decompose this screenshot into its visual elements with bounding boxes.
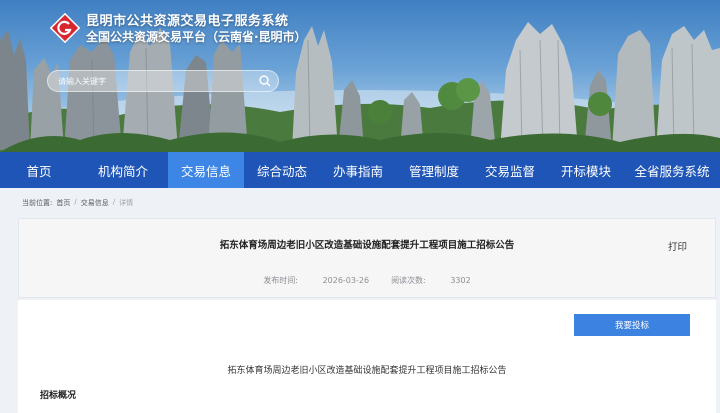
nav-item-supervision[interactable]: 交易监督 (472, 152, 548, 188)
publish-label: 发布时间: (263, 276, 299, 285)
article-subtitle: 拓东体育场周边老旧小区改造基础设施配套提升工程项目施工招标公告 (227, 366, 507, 376)
article-header: 拓东体育场周边老旧小区改造基础设施配套提升工程项目施工招标公告 打印 发布时间:… (18, 218, 716, 298)
nav-item-home[interactable]: 首页 (0, 152, 78, 188)
section-heading: 招标概况 (40, 391, 77, 401)
breadcrumb: 当前位置: 首页 / 交易信息 / 详情 (22, 198, 133, 208)
publish-date: 2026-03-26 (322, 276, 370, 285)
nav-item-province-system[interactable]: 全省服务系统 (624, 152, 720, 188)
views-label: 阅读次数: (391, 276, 426, 285)
nav-item-about[interactable]: 机构简介 (78, 152, 168, 188)
article-body: 我要投标 拓东体育场周边老旧小区改造基础设施配套提升工程项目施工招标公告 招标概… (18, 300, 716, 413)
submit-bid-button[interactable]: 我要投标 (574, 314, 690, 336)
breadcrumb-separator: / (74, 198, 77, 206)
print-button[interactable]: 打印 (668, 239, 687, 253)
search-input[interactable] (58, 73, 258, 89)
breadcrumb-home[interactable]: 首页 (56, 198, 70, 208)
views-count: 3302 (450, 276, 471, 285)
breadcrumb-prefix: 当前位置: (22, 199, 53, 207)
nav-item-regulations[interactable]: 管理制度 (396, 152, 472, 188)
article-meta: 发布时间: 2026-03-26 阅读次数: 3302 (19, 275, 715, 286)
site-title: 昆明市公共资源交易电子服务系统 (86, 14, 289, 29)
breadcrumb-section[interactable]: 交易信息 (81, 198, 109, 208)
main-nav: 首页 机构简介 交易信息 综合动态 办事指南 管理制度 交易监督 开标模块 全省… (0, 152, 720, 188)
nav-item-guide[interactable]: 办事指南 (320, 152, 396, 188)
article-title: 拓东体育场周边老旧小区改造基础设施配套提升工程项目施工招标公告 (219, 240, 515, 251)
header-banner: 昆明市公共资源交易电子服务系统 全国公共资源交易平台（云南省·昆明市） (0, 0, 720, 152)
site-subtitle: 全国公共资源交易平台（云南省·昆明市） (86, 30, 307, 44)
site-logo (49, 12, 81, 44)
breadcrumb-current: 详情 (119, 199, 134, 207)
search-box (47, 70, 279, 92)
breadcrumb-separator: / (112, 198, 116, 206)
logo-diamond-icon (49, 12, 81, 44)
search-icon[interactable] (258, 74, 272, 88)
nav-item-bid-opening[interactable]: 开标模块 (548, 152, 624, 188)
publish-date-group: 发布时间: 2026-03-26 (263, 276, 369, 285)
nav-item-news[interactable]: 综合动态 (244, 152, 320, 188)
views-group: 阅读次数: 3302 (391, 276, 471, 285)
nav-item-trade-info[interactable]: 交易信息 (168, 152, 244, 188)
